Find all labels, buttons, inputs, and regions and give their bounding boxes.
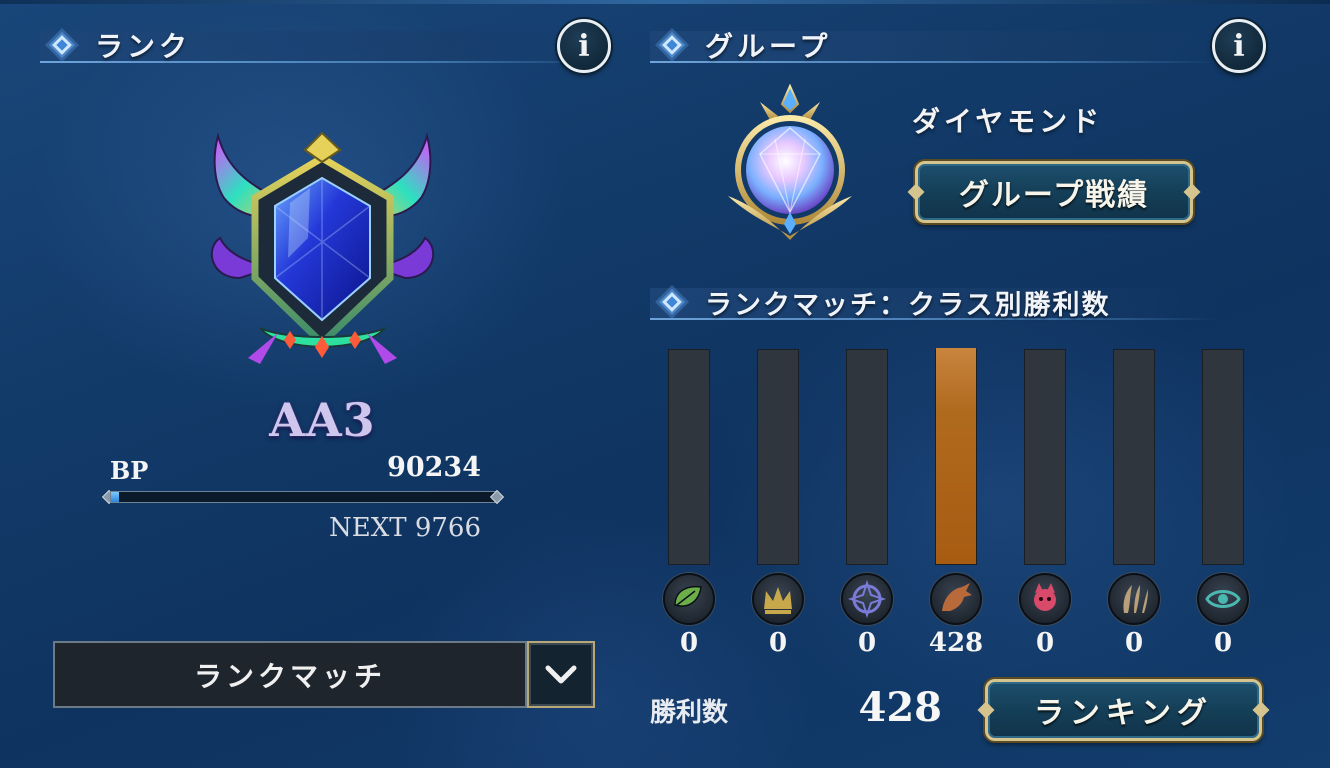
group-info-button[interactable]: i xyxy=(1212,19,1266,73)
rank-section-title: ランク xyxy=(95,30,192,63)
class-win-bar xyxy=(1024,349,1066,565)
bp-progress-bar xyxy=(101,488,505,506)
class-win-bar xyxy=(668,349,710,565)
leaf-icon xyxy=(663,573,715,625)
bp-label: BP xyxy=(110,456,149,485)
diamond-group-emblem-icon xyxy=(728,84,852,240)
class-wins-section-header: ランクマッチ：クラス別勝利数 xyxy=(650,282,1220,322)
wins-label: 勝利数 xyxy=(650,698,729,728)
claw-icon xyxy=(1108,573,1160,625)
class-win-count: 428 xyxy=(928,628,984,658)
crown-icon xyxy=(752,573,804,625)
rank-info-button[interactable]: i xyxy=(557,19,611,73)
class-win-bar xyxy=(757,349,799,565)
class-win-bar xyxy=(1113,349,1155,565)
group-results-button[interactable]: グループ戦績 xyxy=(915,161,1193,223)
chevron-down-icon[interactable] xyxy=(527,641,595,708)
ranking-button[interactable]: ランキング xyxy=(985,679,1262,741)
eye-swirl-icon xyxy=(1197,573,1249,625)
class-win-count: 0 xyxy=(857,628,877,658)
rank-emblem-icon xyxy=(210,131,435,364)
rank-section-header: ランク xyxy=(40,25,610,65)
class-win-bar-fill xyxy=(936,348,976,564)
rune-circle-icon xyxy=(841,573,893,625)
group-section-header: グループ xyxy=(650,25,1220,65)
class-win-count: 0 xyxy=(679,628,699,658)
wins-total: 428 xyxy=(858,684,943,731)
match-mode-select[interactable]: ランクマッチ xyxy=(53,641,595,708)
group-section-title: グループ xyxy=(705,30,832,63)
bp-progress-fill xyxy=(111,492,119,502)
match-mode-value[interactable]: ランクマッチ xyxy=(53,641,527,708)
class-win-bar xyxy=(1202,349,1244,565)
class-win-count: 0 xyxy=(1124,628,1144,658)
class-win-bar xyxy=(935,348,977,565)
top-frame-line xyxy=(0,0,1330,4)
class-win-count: 0 xyxy=(768,628,788,658)
class-win-bar xyxy=(846,349,888,565)
rank-name: AA3 xyxy=(269,393,376,447)
class-win-count: 0 xyxy=(1035,628,1055,658)
class-wins-section-title: ランクマッチ：クラス別勝利数 xyxy=(705,289,1111,321)
bp-value: 90234 xyxy=(387,452,481,483)
group-name: ダイヤモンド xyxy=(912,105,1104,138)
next-bp-text: NEXT 9766 xyxy=(328,513,481,543)
class-win-count: 0 xyxy=(1213,628,1233,658)
dragon-icon xyxy=(930,573,982,625)
bat-icon xyxy=(1019,573,1071,625)
